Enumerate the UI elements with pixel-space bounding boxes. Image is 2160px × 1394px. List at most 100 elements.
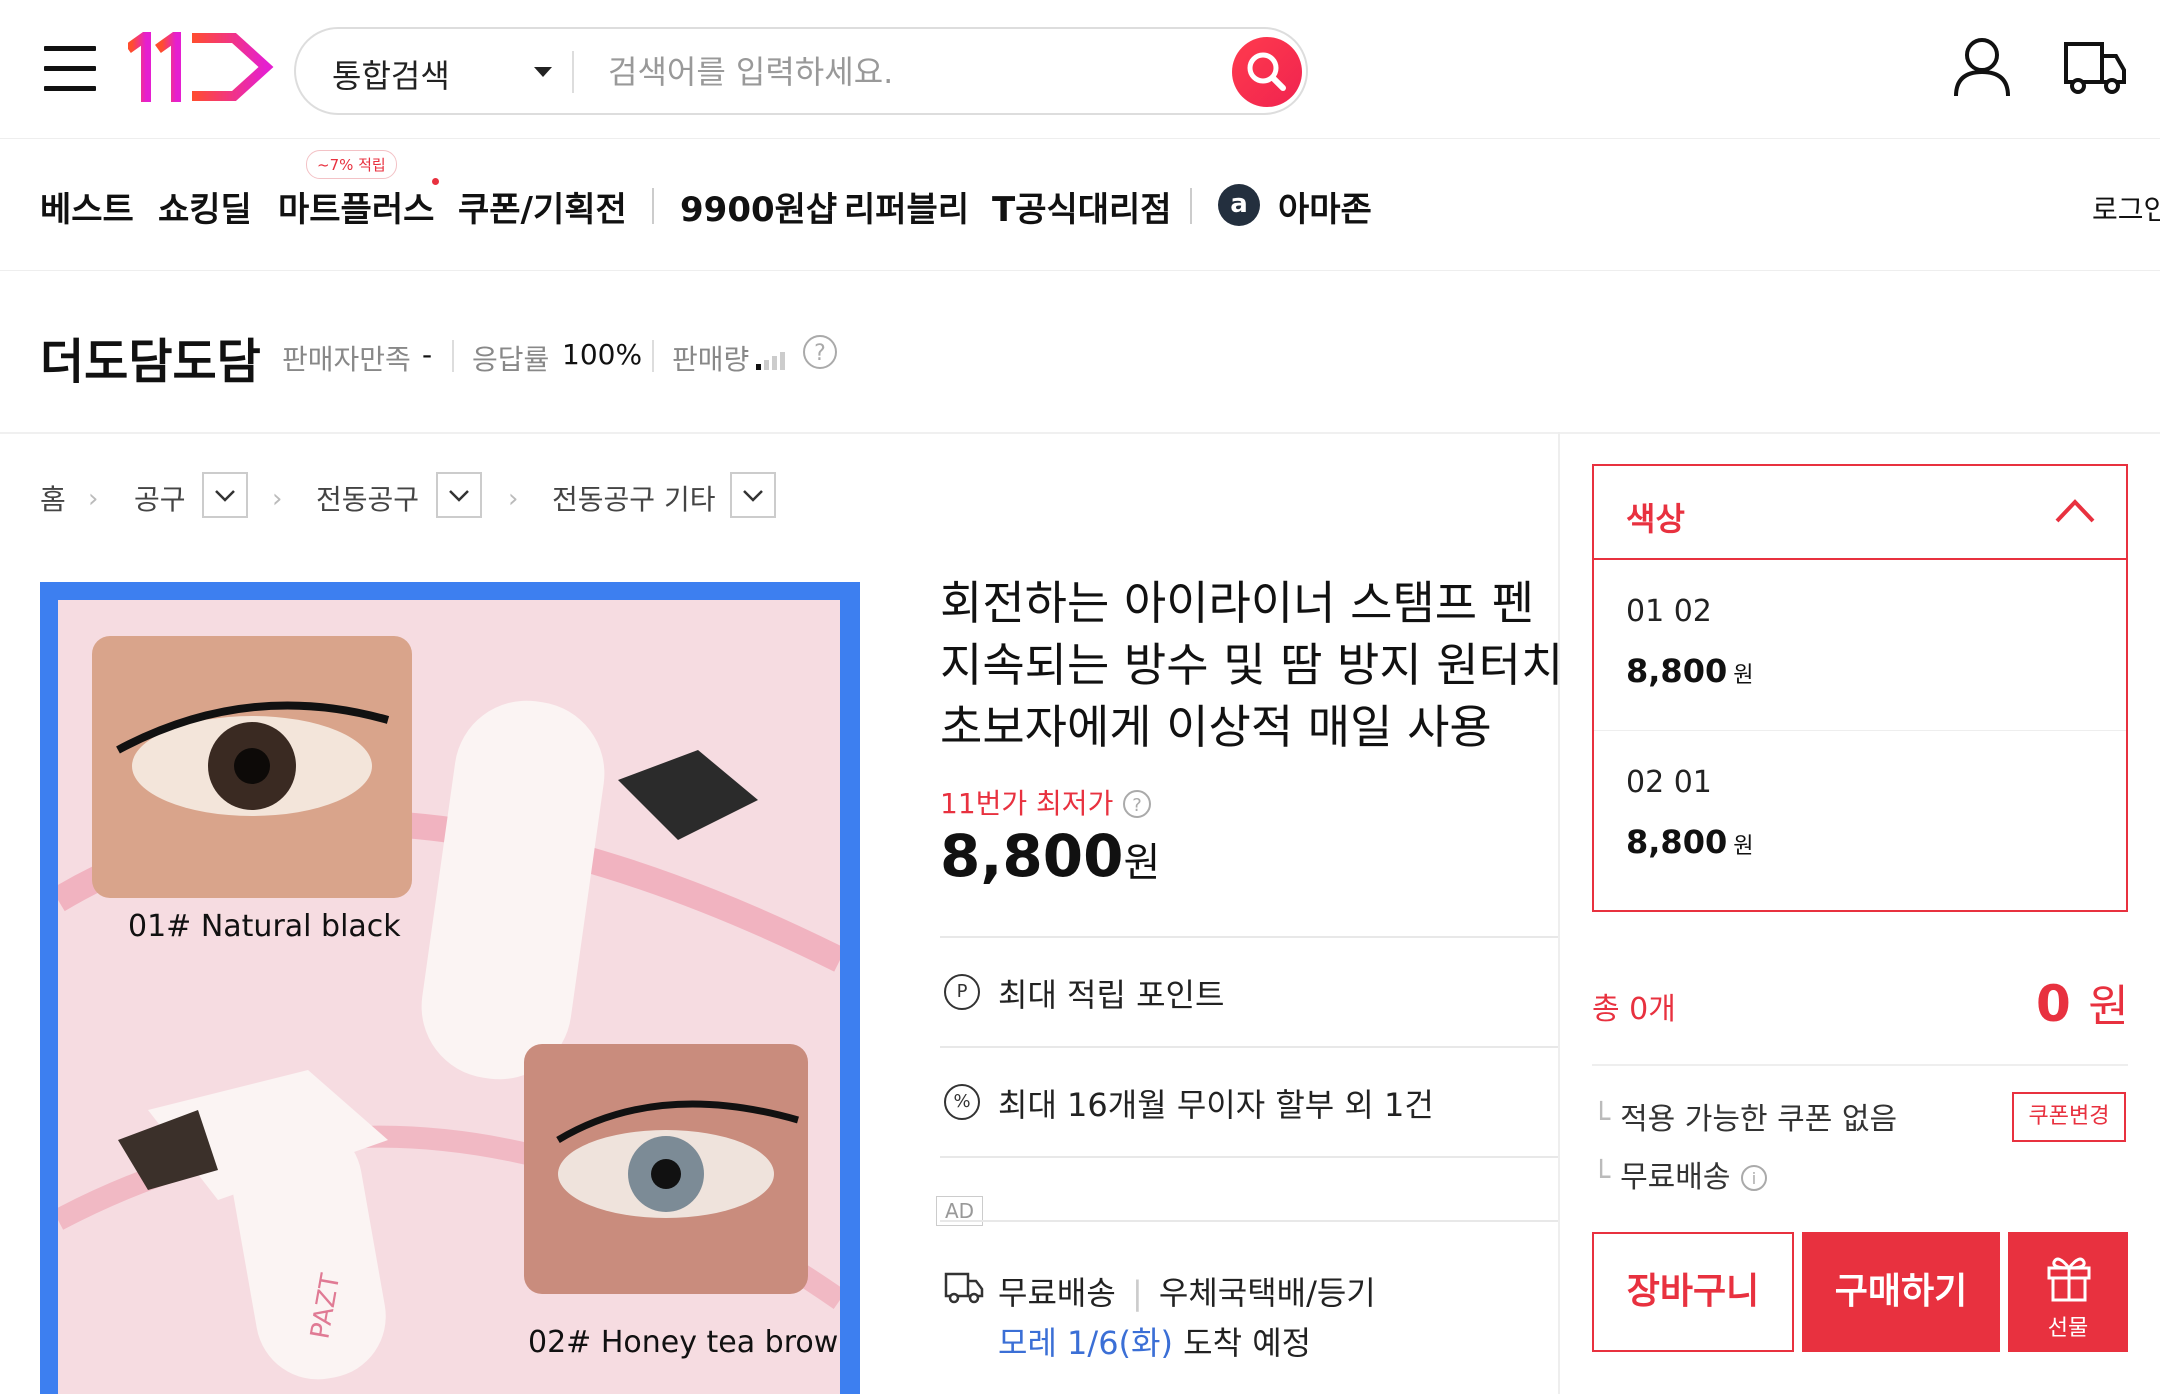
search-input[interactable] — [606, 47, 1170, 97]
product-image-frame[interactable]: 01# Natural black PAZT 02# Honey tea bro… — [40, 582, 860, 1394]
buy-now-button[interactable]: 구매하기 — [1802, 1232, 2000, 1352]
search-category-select[interactable]: 통합검색 — [332, 51, 450, 97]
change-coupon-button[interactable]: 쿠폰변경 — [2012, 1092, 2126, 1142]
top-header: 통합검색 — [0, 0, 2160, 139]
divider — [940, 936, 1560, 938]
arrival-suffix: 도착 예정 — [1183, 1324, 1312, 1362]
mart-plus-badge: ~7% 적립 — [306, 150, 397, 179]
breadcrumb-dropdown[interactable] — [730, 472, 776, 518]
help-icon[interactable]: ? — [1122, 789, 1152, 819]
option-price: 8,800 원 — [1626, 823, 1753, 861]
amazon-icon[interactable]: a — [1218, 184, 1260, 226]
option-price-unit: 원 — [1733, 663, 1754, 688]
add-to-cart-button[interactable]: 장바구니 — [1592, 1232, 1794, 1352]
nav-t-official[interactable]: T공식대리점 — [992, 182, 1172, 231]
11st-logo[interactable] — [128, 32, 274, 102]
product-title-line: 초보자에게 이상적 매일 사용 — [940, 700, 1492, 754]
coupon-text: 적용 가능한 쿠폰 없음 — [1620, 1102, 1898, 1137]
product-photo-illustration: 01# Natural black PAZT 02# Honey tea bro… — [58, 636, 840, 1380]
seller-response-value: 100% — [562, 338, 643, 371]
chevron-down-icon — [215, 490, 235, 502]
product-title-line: 지속되는 방수 및 땀 방지 원터치 — [940, 638, 1560, 692]
shipping-text: 무료배송 — [998, 1274, 1116, 1312]
breadcrumb-home[interactable]: 홈 — [40, 478, 66, 518]
color-option-header[interactable]: 색상 — [1594, 466, 2126, 560]
coupon-info: └ 적용 가능한 쿠폰 없음 — [1592, 1102, 1898, 1137]
nav-refurbly[interactable]: 리퍼블리 — [844, 182, 969, 231]
lowest-price-text: 11번가 최저가 — [940, 787, 1114, 820]
price-unit: 원 — [1123, 840, 1161, 886]
total-quantity: 총 0개 — [1592, 992, 1676, 1027]
nav-best[interactable]: 베스트 — [40, 182, 134, 231]
price-value: 8,800 — [940, 822, 1124, 890]
nav-mart-plus[interactable]: 마트플러스 — [278, 182, 434, 231]
image-label-1: 01# Natural black — [128, 909, 401, 944]
nav-divider — [1190, 188, 1192, 224]
nav-divider — [652, 188, 654, 224]
breadcrumb-dropdown[interactable] — [202, 472, 248, 518]
delivery-truck-icon — [944, 1272, 984, 1304]
product-title: 회전하는 아이라이너 스탬프 펜 지속되는 방수 및 땀 방지 원터치 초보자에… — [940, 572, 1560, 758]
login-link[interactable]: 로그인 — [2092, 188, 2160, 228]
chevron-down-icon — [743, 490, 763, 502]
seller-bar: 더도담도담 판매자만족 - 응답률 100% 판매량 ? — [0, 270, 2160, 434]
option-price: 8,800 원 — [1626, 652, 1753, 690]
divider — [1592, 1064, 2128, 1066]
gift-button[interactable]: 선물 — [2008, 1232, 2128, 1352]
point-icon: P — [944, 974, 980, 1010]
seller-divider — [652, 340, 654, 372]
installment-benefit[interactable]: 최대 16개월 무이자 할부 외 1건 — [998, 1080, 1434, 1126]
color-option-item[interactable]: 02 01 8,800 원 — [1594, 731, 2126, 901]
total-price: 0 원 — [2036, 970, 2129, 1034]
total-price-unit: 원 — [2088, 981, 2129, 1032]
chevron-up-icon[interactable] — [2054, 496, 2096, 526]
nav-amazon[interactable]: 아마존 — [1278, 182, 1372, 231]
product-price: 8,800원 — [940, 822, 1160, 890]
shipping-info: 무료배송 | 우체국택배/등기 — [998, 1268, 1376, 1314]
breadcrumb-power-tools[interactable]: 전동공구 — [316, 478, 419, 518]
option-price-value: 8,800 — [1626, 652, 1728, 690]
menu-icon[interactable] — [44, 46, 96, 91]
divider — [940, 1220, 1560, 1222]
seller-name[interactable]: 더도담도담 — [40, 322, 261, 392]
arrival-info: 모레 1/6(화) 도착 예정 — [998, 1318, 1311, 1364]
product-title-line: 회전하는 아이라이너 스탬프 펜 — [940, 576, 1535, 630]
delivery-truck-icon[interactable] — [2062, 38, 2128, 96]
shipping-divider: | — [1131, 1274, 1143, 1312]
seller-divider — [452, 340, 454, 372]
search-icon — [1247, 52, 1286, 91]
search-bar: 통합검색 — [294, 27, 1308, 115]
breadcrumb-power-tools-etc[interactable]: 전동공구 기타 — [552, 478, 715, 518]
nav-9900-shop[interactable]: 9900원샵 — [680, 182, 837, 231]
total-price-value: 0 — [2036, 975, 2071, 1033]
arrival-date: 모레 1/6(화) — [998, 1324, 1173, 1362]
max-point-benefit[interactable]: 최대 적립 포인트 — [998, 970, 1224, 1016]
option-price-value: 8,800 — [1626, 823, 1728, 861]
info-icon[interactable]: i — [1740, 1164, 1768, 1192]
search-button[interactable] — [1232, 37, 1302, 107]
gift-button-label: 선물 — [2047, 1316, 2089, 1341]
sales-level-icon — [756, 352, 785, 370]
chevron-down-icon[interactable] — [534, 67, 552, 77]
help-icon[interactable]: ? — [802, 334, 838, 370]
breadcrumb-tools[interactable]: 공구 — [134, 478, 186, 518]
seller-satisfaction-value: - — [422, 338, 433, 371]
search-divider — [572, 51, 574, 93]
nav-shocking-deal[interactable]: 쇼킹딜 — [158, 182, 252, 231]
percent-icon: % — [944, 1084, 980, 1120]
chevron-right-icon: › — [272, 484, 283, 514]
user-icon[interactable] — [1952, 36, 2012, 98]
nav-coupon-event[interactable]: 쿠폰/기획전 — [458, 182, 627, 231]
free-shipping-text: 무료배송 — [1620, 1160, 1731, 1195]
option-name: 01 02 — [1626, 594, 1712, 629]
chevron-right-icon: › — [508, 484, 519, 514]
seller-satisfaction-label: 판매자만족 — [282, 343, 411, 376]
category-nav: 베스트 쇼킹딜 ~7% 적립 마트플러스 쿠폰/기획전 9900원샵 리퍼블리 … — [0, 138, 2160, 271]
breadcrumb-dropdown[interactable] — [436, 472, 482, 518]
chevron-right-icon: › — [88, 484, 99, 514]
color-option-item[interactable]: 01 02 8,800 원 — [1594, 560, 2126, 731]
divider — [940, 1156, 1560, 1158]
option-name: 02 01 — [1626, 765, 1712, 800]
seller-response-label: 응답률 — [472, 343, 550, 376]
product-image: 01# Natural black PAZT 02# Honey tea bro… — [58, 600, 840, 1394]
